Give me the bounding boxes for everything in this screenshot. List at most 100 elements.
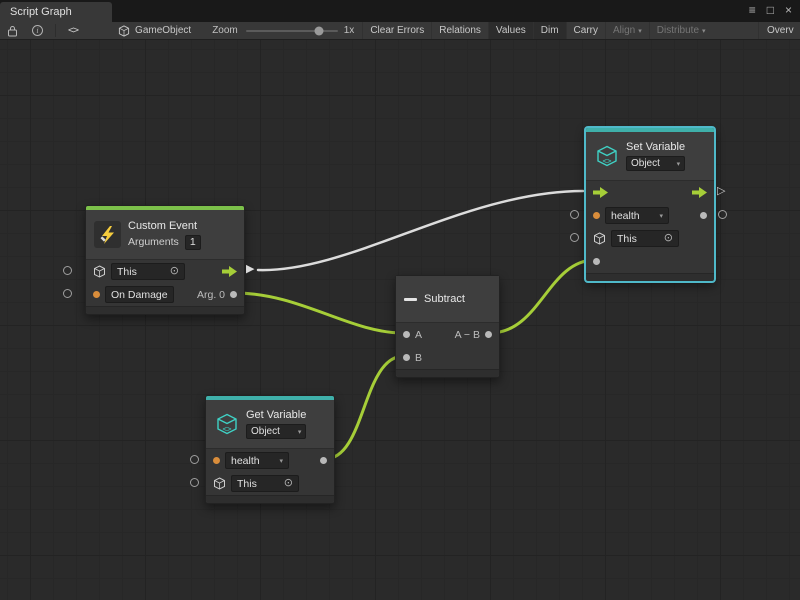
new-value-input-port[interactable] [593,258,600,265]
dim-toggle[interactable]: Dim [533,22,566,39]
event-name-field[interactable]: On Damage [105,286,174,303]
clear-errors-button[interactable]: Clear Errors [362,22,431,39]
chevron-down-icon: ▾ [298,428,302,436]
graph-canvas[interactable]: Custom Event Arguments 1 This ⊙ [0,40,800,600]
node-get-variable[interactable]: <> Get Variable Object ▾ health ▾ [205,395,335,504]
chevron-down-icon: ▾ [702,27,706,35]
node-set-variable[interactable]: <> Set Variable Object ▾ [585,127,715,282]
port-row: This ⊙ [586,227,714,250]
node-footer [86,306,244,314]
svg-text:<>: <> [602,157,612,166]
gameobject-label: GameObject [135,25,191,36]
node-title: Get Variable [246,409,306,421]
gameobject-type-icon [593,232,606,245]
maximize-icon[interactable]: □ [767,4,774,16]
object-picker-icon[interactable]: ⊙ [170,266,179,277]
flow-continuation-icon[interactable]: ▷ [717,186,725,197]
wire-subtract-to-value[interactable] [490,260,594,333]
port-row: B [396,346,499,369]
port-row: This ⊙ [206,472,334,495]
object-picker-icon[interactable]: ⊙ [284,478,293,489]
variable-name-port[interactable] [213,457,220,464]
svg-text:<>: <> [222,425,232,434]
zoom-slider-handle[interactable] [315,26,324,35]
gameobject-type-icon [213,477,226,490]
node-header: <> Set Variable Object ▾ [586,132,714,180]
port-row: A A − B [396,323,499,346]
variable-name-port[interactable] [593,212,600,219]
node-header: Subtract [396,276,499,322]
distribute-menu[interactable]: Distribute ▾ [649,22,713,39]
output-port[interactable] [485,331,492,338]
arg0-output-port[interactable] [230,291,237,298]
window-controls: ≡ □ × [749,4,792,16]
flow-output-port[interactable] [222,266,237,277]
node-footer [586,273,714,281]
overview-button[interactable]: Overv [758,22,800,39]
node-body: A A − B B [396,322,499,369]
variable-cube-icon: <> [594,144,619,169]
object-picker-icon[interactable]: ⊙ [664,233,673,244]
variable-scope-dropdown[interactable]: Object ▾ [626,156,685,171]
wire-getvar-to-b[interactable] [325,356,404,459]
close-icon[interactable]: × [785,4,792,16]
arguments-input[interactable]: 1 [185,235,201,250]
unity-editor-window: Script Graph ≡ □ × i <> GameObject Zoom [0,0,800,600]
chevron-down-icon: ▾ [677,160,681,168]
unconnected-port-indicator[interactable] [570,233,579,242]
target-dropdown[interactable]: This ⊙ [611,230,679,247]
unconnected-port-indicator[interactable] [190,478,199,487]
output-label: A − B [455,329,480,341]
zoom-label: Zoom [198,22,246,39]
relations-toggle[interactable]: Relations [431,22,488,39]
node-custom-event[interactable]: Custom Event Arguments 1 This ⊙ [85,205,245,315]
tab-script-graph[interactable]: Script Graph [0,2,112,22]
input-b-port[interactable] [403,354,410,361]
input-a-port[interactable] [403,331,410,338]
port-row [586,181,714,204]
port-row: This ⊙ [86,260,244,283]
unconnected-port-indicator[interactable] [570,210,579,219]
zoom-slider[interactable] [246,22,338,39]
carry-toggle[interactable]: Carry [566,22,605,39]
node-title: Custom Event [128,220,201,232]
node-body: health ▾ This ⊙ [586,180,714,273]
info-icon[interactable]: i [25,22,50,39]
value-output-port[interactable] [320,457,327,464]
code-icon[interactable]: <> [61,22,85,39]
variable-name-dropdown[interactable]: health ▾ [605,207,669,224]
gameobject-cube-icon [118,25,130,37]
port-row: On Damage Arg. 0 [86,283,244,306]
node-title: Set Variable [626,141,685,153]
node-title: Subtract [424,293,465,305]
value-output-port[interactable] [700,212,707,219]
align-menu[interactable]: Align ▾ [605,22,649,39]
wire-control-flow[interactable] [258,191,583,270]
node-body: This ⊙ On Damage Arg. 0 [86,259,244,306]
node-header: <> Get Variable Object ▾ [206,400,334,448]
gameobject-breadcrumb[interactable]: GameObject [111,22,198,39]
graph-toolbar: i <> GameObject Zoom 1x Clear Errors Rel… [0,22,800,40]
wire-arrow-icon: ▶ [246,264,254,275]
window-titlebar: Script Graph ≡ □ × [0,0,800,22]
variable-name-dropdown[interactable]: health ▾ [225,452,289,469]
target-dropdown[interactable]: This ⊙ [111,263,185,280]
unconnected-port-indicator[interactable] [718,210,727,219]
port-row: health ▾ [586,204,714,227]
zoom-slider-track [246,30,338,32]
unconnected-port-indicator[interactable] [190,455,199,464]
flow-output-port[interactable] [692,187,707,198]
port-row [586,250,714,273]
target-dropdown[interactable]: This ⊙ [231,475,299,492]
event-port[interactable] [93,291,100,298]
lock-icon[interactable] [0,22,25,39]
node-subtract[interactable]: Subtract A A − B B [395,275,500,378]
window-menu-icon[interactable]: ≡ [749,4,756,16]
port-row: health ▾ [206,449,334,472]
wire-arg0-to-a[interactable] [235,293,403,333]
values-toggle[interactable]: Values [488,22,533,39]
variable-scope-dropdown[interactable]: Object ▾ [246,424,306,439]
unconnected-port-indicator[interactable] [63,266,72,275]
flow-input-port[interactable] [593,187,608,198]
unconnected-port-indicator[interactable] [63,289,72,298]
